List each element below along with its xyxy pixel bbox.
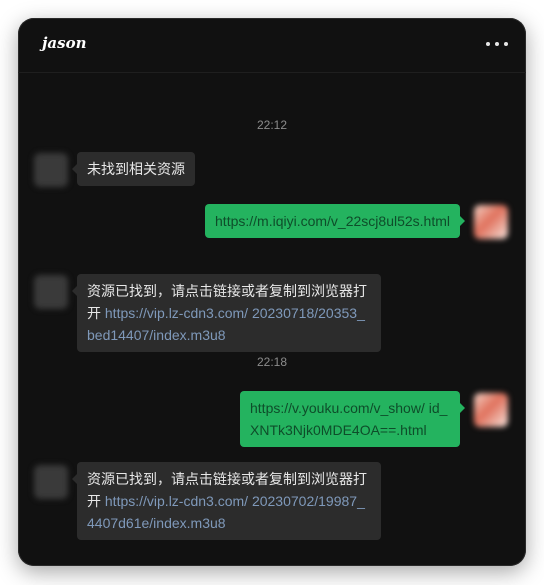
message-bubble-incoming[interactable]: 资源已找到，请点击链接或者复制到浏览器打开 https://vip.lz-cdn… — [72, 274, 381, 352]
message-bubble-outgoing[interactable]: https://m.iqiyi.com/v_22scj8ul52s.html — [205, 204, 465, 238]
message-bubble-outgoing[interactable]: https://v.youku.com/v_show/ id_XNTk3Njk0… — [240, 391, 465, 447]
message-bubble-incoming[interactable]: 资源已找到，请点击链接或者复制到浏览器打开 https://vip.lz-cdn… — [72, 462, 381, 540]
user-avatar[interactable] — [474, 393, 508, 427]
chat-title: jason — [42, 34, 87, 52]
contact-avatar[interactable] — [34, 465, 68, 499]
more-horizontal-icon[interactable] — [486, 40, 508, 48]
message-bubble-incoming[interactable]: 未找到相关资源 — [72, 152, 195, 186]
user-avatar[interactable] — [474, 205, 508, 239]
message-text: 未找到相关资源 — [87, 161, 185, 177]
message-link[interactable]: https://v.youku.com/v_show/ — [250, 400, 425, 416]
message-link[interactable]: https://vip.lz-cdn3.com/ — [105, 493, 248, 509]
message-list[interactable]: 22:12 未找到相关资源 https://m.iqiyi.com/v_22sc… — [18, 73, 526, 566]
more-dot — [504, 42, 508, 46]
more-dot — [486, 42, 490, 46]
chat-window: jason 22:12 未找到相关资源 https://m.iqiyi.com/… — [18, 18, 526, 566]
more-dot — [495, 42, 499, 46]
contact-avatar[interactable] — [34, 275, 68, 309]
message-link[interactable]: https://m.iqiyi.com/v_22scj8ul52s.html — [215, 213, 450, 229]
contact-avatar[interactable] — [34, 153, 68, 187]
timestamp: 22:18 — [256, 355, 288, 369]
message-link[interactable]: https://vip.lz-cdn3.com/ — [105, 305, 248, 321]
timestamp: 22:12 — [256, 118, 288, 132]
chat-header: jason — [18, 18, 526, 73]
